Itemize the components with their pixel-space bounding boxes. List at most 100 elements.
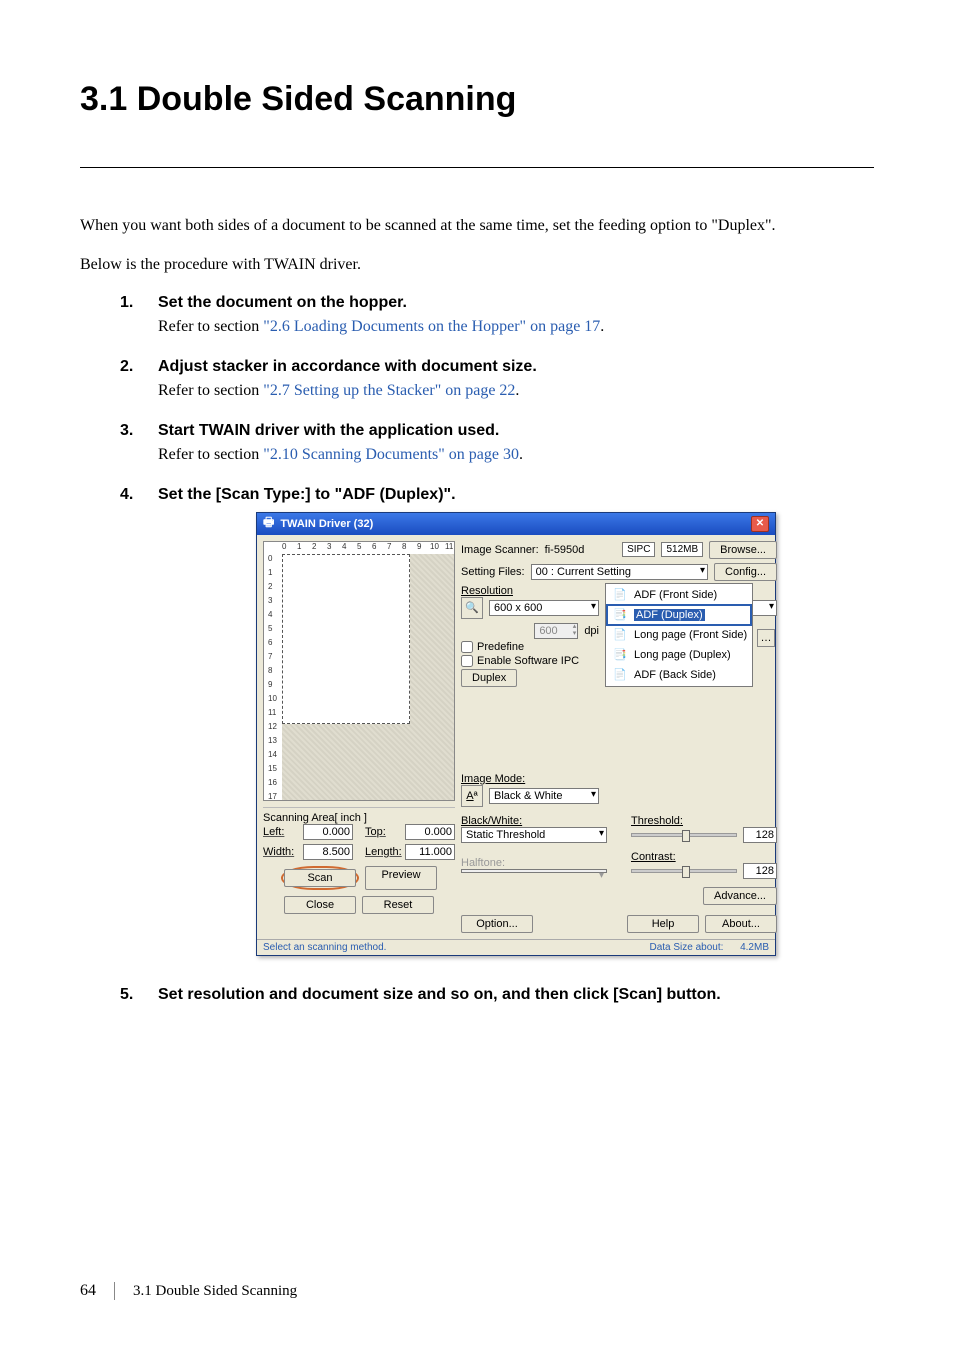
contrast-value[interactable] [743,863,777,879]
enable-ipc-checkbox[interactable] [461,655,473,667]
preview-page-rect[interactable] [282,554,410,724]
help-button[interactable]: Help [627,915,699,933]
status-right-value: 4.2MB [740,942,769,953]
step-5: 5. Set resolution and document size and … [120,986,874,1004]
ref-prefix: Refer to section [158,318,263,335]
twain-title: TWAIN Driver (32) [280,518,373,530]
ref-link[interactable]: "2.10 Scanning Documents" on page 30 [263,446,519,463]
resolution-label: Resolution [461,585,599,597]
scan-type-list[interactable]: 📄ADF (Front Side) 📑ADF (Duplex) 📄Long pa… [605,583,753,687]
length-input[interactable] [405,844,455,860]
close-dialog-button[interactable]: Close [284,896,356,914]
page-icon: 📄 [610,587,630,603]
ruler-top: 0 1 2 3 4 5 6 7 8 9 [282,542,454,554]
twain-titlebar[interactable]: 🖶 TWAIN Driver (32) ✕ [257,513,775,535]
predefine-checkbox[interactable] [461,641,473,653]
top-input[interactable] [405,824,455,840]
duplex-icon: 📑 [610,607,630,623]
step-number: 2. [120,358,138,376]
long-page-icon: 📄 [610,627,630,643]
scanner-icon: 🖶 [263,513,274,534]
width-input[interactable] [303,844,353,860]
setting-files-label: Setting Files: [461,566,525,578]
scanning-area-label: Scanning Area[ inch ] [263,812,455,824]
ruler-left: 0 1 2 3 4 5 6 7 8 9 [264,554,282,800]
intro-para-1: When you want both sides of a document t… [80,216,874,237]
sipc-chip: SIPC [622,542,655,557]
step-title: Set resolution and document size and so … [158,986,721,1004]
scan-type-item-long-front[interactable]: 📄Long page (Front Side) [608,626,750,644]
reset-button[interactable]: Reset [362,896,434,914]
page-number: 64 [80,1282,96,1300]
step-number: 4. [120,486,138,504]
setting-files-dropdown[interactable]: 00 : Current Setting [531,564,708,580]
ref-link[interactable]: "2.6 Loading Documents on the Hopper" on… [263,318,600,335]
back-page-icon: 📄 [610,667,630,683]
dpi-unit: dpi [584,625,599,637]
long-duplex-icon: 📑 [610,647,630,663]
step-number: 1. [120,294,138,312]
step-4: 4. Set the [Scan Type:] to "ADF (Duplex)… [120,486,874,956]
step-3: 3. Start TWAIN driver with the applicati… [120,422,874,464]
ref-prefix: Refer to section [158,446,263,463]
status-right-label: Data Size about: [649,942,723,953]
scan-type-item-long-duplex[interactable]: 📑Long page (Duplex) [608,646,750,664]
step-number: 5. [120,986,138,1004]
step-number: 3. [120,422,138,440]
ref-link[interactable]: "2.7 Setting up the Stacker" on page 22 [263,382,515,399]
duplex-button[interactable]: Duplex [461,669,517,687]
halftone-label: Halftone: [461,857,607,869]
step-2: 2. Adjust stacker in accordance with doc… [120,358,874,400]
step-title: Adjust stacker in accordance with docume… [158,358,537,376]
ref-prefix: Refer to section [158,382,263,399]
step-title: Start TWAIN driver with the application … [158,422,499,440]
resolution-dropdown[interactable]: 600 x 600 [489,600,599,616]
config-button[interactable]: Config... [714,563,777,581]
blackwhite-dropdown[interactable]: Static Threshold [461,827,607,843]
image-mode-label: Image Mode: [461,773,777,785]
status-left: Select an scanning method. [263,942,386,953]
scan-type-item-adf-back[interactable]: 📄ADF (Back Side) [608,666,750,684]
option-button[interactable]: Option... [461,915,533,933]
footer-section: 3.1 Double Sided Scanning [133,1283,297,1300]
image-mode-dropdown[interactable]: Black & White [489,788,599,804]
scan-type-item-adf-front[interactable]: 📄ADF (Front Side) [608,586,750,604]
scanning-area-group: Scanning Area[ inch ] Left: Top: Width: [263,807,455,914]
divider [80,167,874,168]
halftone-dropdown [461,869,607,873]
scan-callout: Scan [281,866,359,890]
scan-type-more-button[interactable]: … [757,629,775,647]
close-button[interactable]: ✕ [751,516,769,532]
advance-button[interactable]: Advance... [703,887,777,905]
predefine-label: Predefine [477,641,524,653]
image-mode-icon: Aª [461,785,483,807]
footer-divider [114,1282,115,1300]
step-title: Set the document on the hopper. [158,294,407,312]
length-label: Length: [365,846,401,858]
about-button[interactable]: About... [705,915,777,933]
page-footer: 64 3.1 Double Sided Scanning [80,1282,297,1300]
preview-ruler-box[interactable]: 0 1 2 3 4 5 6 7 8 9 [263,541,455,801]
dpi-spin[interactable]: 600 [534,623,578,639]
intro-para-2: Below is the procedure with TWAIN driver… [80,255,874,276]
image-scanner-label: Image Scanner: [461,544,539,556]
top-label: Top: [365,826,401,838]
threshold-label: Threshold: [631,815,777,827]
left-input[interactable] [303,824,353,840]
ref-suffix: . [515,382,519,399]
browse-button[interactable]: Browse... [709,541,777,559]
step-title: Set the [Scan Type:] to "ADF (Duplex)". [158,486,456,504]
scan-type-item-adf-duplex[interactable]: 📑ADF (Duplex) [608,606,750,624]
ref-suffix: . [519,446,523,463]
left-label: Left: [263,826,299,838]
mem-chip: 512MB [661,542,703,557]
contrast-slider[interactable] [631,869,737,873]
contrast-label: Contrast: [631,851,777,863]
step-1: 1. Set the document on the hopper. Refer… [120,294,874,336]
twain-dialog: 🖶 TWAIN Driver (32) ✕ 0 1 [256,512,776,956]
threshold-value[interactable] [743,827,777,843]
scan-button[interactable]: Scan [284,869,356,887]
preview-button[interactable]: Preview [365,866,437,890]
enable-ipc-label: Enable Software IPC [477,655,579,667]
threshold-slider[interactable] [631,833,737,837]
